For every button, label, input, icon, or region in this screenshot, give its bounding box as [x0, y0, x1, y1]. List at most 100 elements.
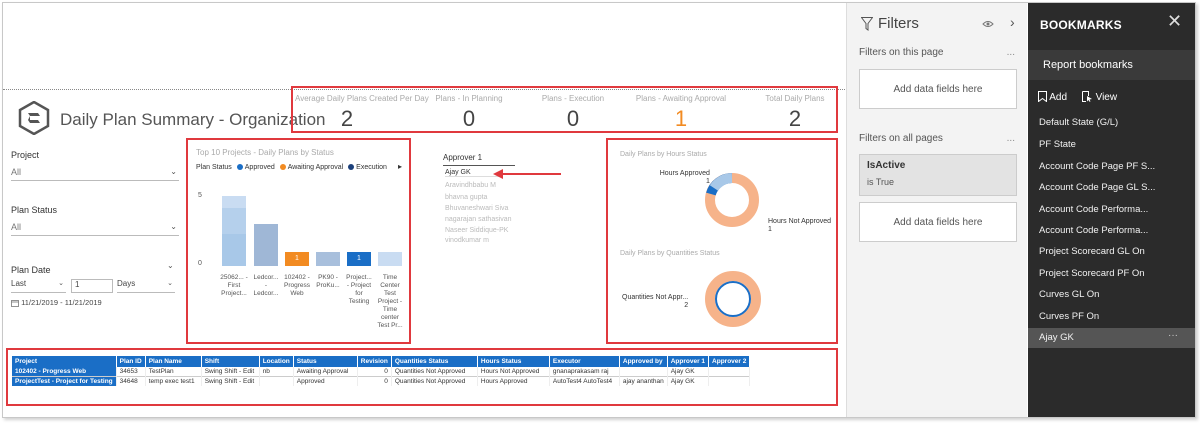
approver-item[interactable]: Naseer Siddique-PK: [445, 227, 508, 234]
isactive-filter-card[interactable]: IsActive is True: [859, 154, 1017, 196]
x-category-label: 25062... - First Project...: [220, 274, 248, 297]
bookmark-item[interactable]: Curves GL On: [1039, 289, 1099, 300]
bar-stack-2[interactable]: [254, 224, 278, 266]
approver-item[interactable]: Aravindhbabu M: [445, 182, 496, 189]
bar-stack-6[interactable]: [378, 252, 402, 266]
column-header[interactable]: Hours Status: [477, 356, 550, 367]
bar-stack-4[interactable]: [316, 252, 340, 266]
view-bookmark-button[interactable]: View: [1081, 91, 1117, 103]
collapse-pane-chevron-icon[interactable]: ›: [1010, 14, 1015, 30]
column-header[interactable]: Plan ID: [116, 356, 146, 367]
donut-value: 2: [684, 302, 689, 309]
bookmarks-title: BOOKMARKS: [1040, 18, 1122, 32]
bookmark-item[interactable]: Account Code Performa...: [1039, 204, 1148, 215]
table-cell: nb: [259, 367, 294, 377]
more-options-icon[interactable]: ···: [1168, 330, 1178, 341]
table-cell: Ajay GK: [667, 376, 710, 386]
plan-date-slicer-label: Plan Date: [11, 265, 51, 275]
table-cell: ajay ananthan: [619, 376, 668, 386]
bar-awaiting-approval[interactable]: 1: [285, 252, 309, 266]
more-options-icon[interactable]: ...: [1007, 133, 1015, 144]
approver-item[interactable]: vinodkumar m: [445, 237, 489, 244]
bookmark-item[interactable]: Account Code Performa...: [1039, 225, 1148, 236]
plan-date-mode-dropdown[interactable]: Last ⌄: [11, 279, 66, 293]
bar-chart-legend: Plan Status Approved Awaiting Approval E…: [196, 164, 387, 171]
kpi-value: 1: [674, 106, 688, 131]
add-bookmark-button[interactable]: Add: [1038, 91, 1070, 103]
plan-date-unit-dropdown[interactable]: Days ⌄: [117, 279, 175, 293]
table-cell: [259, 376, 294, 386]
quantities-donut-title: Daily Plans by Quantities Status: [620, 250, 720, 257]
filters-on-page-title: Filters on this page: [859, 47, 944, 58]
kpi-card-awaiting-approval[interactable]: Plans - Awaiting Approval 1: [629, 94, 733, 132]
legend-dot: [236, 164, 243, 171]
chevron-down-icon[interactable]: ⌄: [167, 261, 174, 270]
bookmark-item[interactable]: Account Code Page PF S...: [1039, 161, 1155, 172]
column-header[interactable]: Location: [259, 356, 294, 367]
legend-item-awaiting-approval[interactable]: Awaiting Approval: [279, 164, 343, 171]
legend-next-arrow-icon[interactable]: ▸: [398, 162, 402, 171]
project-slicer-dropdown[interactable]: All ⌄: [11, 167, 179, 181]
approver-item[interactable]: bhavna gupta: [445, 194, 487, 201]
legend-item-execution[interactable]: Execution: [348, 164, 387, 171]
column-header[interactable]: Plan Name: [145, 356, 202, 367]
chevron-down-icon: ⌄: [170, 167, 177, 176]
table-cell: Quantities Not Approved: [391, 367, 478, 377]
chevron-down-icon: ⌄: [170, 222, 177, 231]
column-header[interactable]: Project: [12, 356, 117, 367]
quantities-status-donut[interactable]: [702, 268, 764, 330]
top-projects-bar-chart[interactable]: Top 10 Projects - Daily Plans by Status …: [186, 138, 411, 344]
daily-plans-table[interactable]: Project Plan ID Plan Name Shift Location…: [12, 356, 751, 386]
plan-date-range-text: 11/21/2019 - 11/21/2019: [21, 298, 102, 307]
approver-item[interactable]: nagarajan sathasivan: [445, 216, 512, 223]
bookmark-item-selected[interactable]: Ajay GK ···: [1028, 328, 1195, 348]
kpi-card-in-planning[interactable]: Plans - In Planning 0: [417, 94, 521, 132]
kpi-card-execution[interactable]: Plans - Execution 0: [521, 94, 625, 132]
plan-date-count-input[interactable]: 1: [71, 279, 113, 293]
x-category-label: Ledcor... - Ledcor...: [253, 274, 279, 297]
legend-label: Execution: [356, 164, 387, 171]
legend-item-approved[interactable]: Approved: [236, 164, 275, 171]
bookmark-item[interactable]: PF State: [1039, 139, 1076, 150]
donut-legend-label: Hours Not Approved: [768, 218, 832, 225]
table-cell: 0: [357, 367, 392, 377]
eye-icon[interactable]: [982, 19, 994, 29]
bar-approved[interactable]: 1: [347, 252, 371, 266]
add-data-fields-page-dropzone[interactable]: Add data fields here: [859, 69, 1017, 109]
column-header[interactable]: Quantities Status: [391, 356, 478, 367]
column-header[interactable]: Shift: [201, 356, 260, 367]
column-header[interactable]: Revision: [357, 356, 392, 367]
kpi-card-avg-daily-plans[interactable]: Average Daily Plans Created Per Day 2: [295, 94, 429, 132]
kpi-card-total-daily-plans[interactable]: Total Daily Plans 2: [743, 94, 845, 132]
bookmark-item[interactable]: Project Scorecard PF On: [1039, 268, 1145, 279]
approver-item[interactable]: Ajay GK: [445, 169, 500, 177]
bookmark-item[interactable]: Account Code Page GL S...: [1039, 182, 1155, 193]
column-header[interactable]: Status: [293, 356, 358, 367]
column-header[interactable]: Approver 2: [708, 356, 751, 367]
column-header[interactable]: Approved by: [619, 356, 668, 367]
page-title: Daily Plan Summary - Organization: [60, 110, 326, 129]
bookmark-item[interactable]: Curves PF On: [1039, 311, 1099, 322]
bar-stack-1[interactable]: [222, 196, 246, 266]
close-icon[interactable]: ✕: [1167, 11, 1182, 32]
bookmark-item[interactable]: Default State (G/L): [1039, 117, 1118, 128]
more-options-icon[interactable]: ...: [1007, 47, 1015, 58]
approver-item[interactable]: Bhuvaneshwari Siva: [445, 205, 508, 212]
table-header-row: Project Plan ID Plan Name Shift Location…: [12, 356, 751, 367]
bookmark-item[interactable]: Project Scorecard GL On: [1039, 246, 1145, 257]
report-bookmarks-header[interactable]: Report bookmarks: [1028, 50, 1195, 80]
table-row[interactable]: ProjectTest - Project for Testing 34648 …: [12, 376, 751, 386]
x-category-label: Time Center Test Project - Time center T…: [377, 274, 403, 329]
kpi-label: Plans - Execution: [541, 94, 605, 103]
add-data-fields-all-dropzone[interactable]: Add data fields here: [859, 202, 1017, 242]
column-header[interactable]: Executor: [549, 356, 620, 367]
kpi-value: 0: [566, 106, 580, 131]
report-bookmarks-label: Report bookmarks: [1043, 59, 1133, 71]
table-row[interactable]: 102402 - Progress Web 34653 TestPlan Swi…: [12, 367, 751, 377]
column-header[interactable]: Approver 1: [667, 356, 710, 367]
table-cell: Swing Shift - Edit: [201, 376, 260, 386]
x-category-label: Project... - Project for Testing: [346, 274, 372, 305]
hours-status-donut[interactable]: [702, 170, 762, 230]
legend-dot: [279, 164, 286, 171]
plan-status-slicer-dropdown[interactable]: All ⌄: [11, 222, 179, 236]
